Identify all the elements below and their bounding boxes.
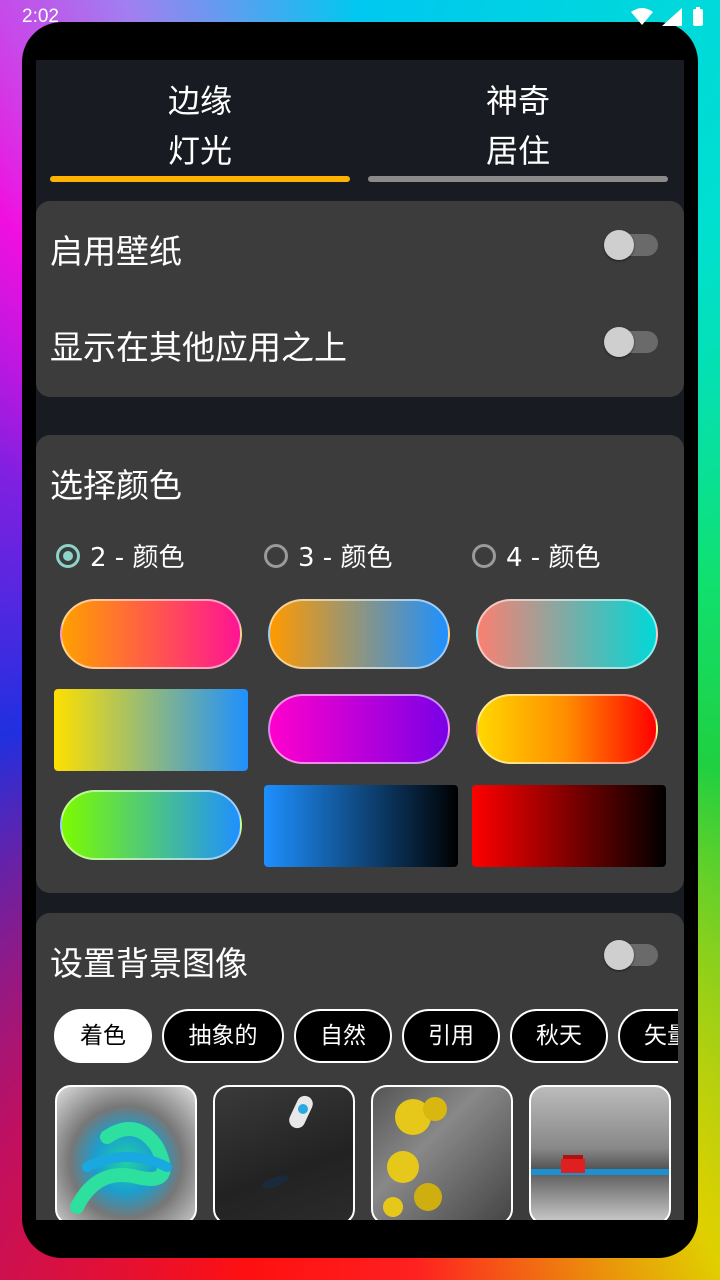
- chip-colorize[interactable]: 着色: [54, 1009, 152, 1063]
- background-image-card: 设置背景图像 着色 抽象的 自然 引用 秋天 矢量: [36, 913, 684, 1220]
- color-swatch-8[interactable]: [264, 785, 458, 867]
- snake-illustration: [70, 1122, 172, 1214]
- category-chips: 着色 抽象的 自然 引用 秋天 矢量: [54, 1009, 678, 1069]
- tab-magic-live[interactable]: 神奇 居住: [368, 76, 668, 182]
- tab-label-line1: 神奇: [485, 82, 550, 120]
- settings-card: 启用壁纸 显示在其他应用之上: [36, 201, 684, 397]
- color-swatch-6[interactable]: [476, 694, 658, 764]
- toggle-knob: [604, 327, 634, 357]
- enable-wallpaper-toggle[interactable]: [604, 230, 658, 260]
- radio-4-colors[interactable]: 4 - 颜色: [472, 537, 600, 574]
- status-icons: [630, 6, 704, 27]
- flowers-coast-image[interactable]: [371, 1085, 513, 1220]
- snake-image[interactable]: [55, 1085, 197, 1220]
- radio-unselected-icon: [264, 543, 288, 568]
- tab-edge-lighting[interactable]: 边缘 灯光: [50, 76, 350, 182]
- display-over-apps-label: 显示在其他应用之上: [50, 328, 347, 367]
- app-content: 边缘 灯光 神奇 居住 启用壁纸 显示在其他应用之上 选择颜色 2 - 颜色 3…: [36, 60, 684, 1220]
- boat-image[interactable]: [213, 1085, 355, 1220]
- radio-selected-icon: [56, 543, 80, 568]
- status-time: 2:02: [22, 6, 59, 27]
- color-swatch-9[interactable]: [472, 785, 666, 867]
- radio-label: 2 - 颜色: [90, 543, 185, 573]
- color-swatch-7[interactable]: [60, 790, 242, 860]
- color-swatch-3[interactable]: [476, 599, 658, 669]
- wifi-icon: [630, 8, 653, 25]
- radio-unselected-icon: [472, 543, 496, 568]
- color-swatch-1[interactable]: [60, 599, 242, 669]
- radio-2-colors[interactable]: 2 - 颜色: [56, 537, 184, 574]
- status-bar: 2:02: [0, 0, 720, 36]
- boat-illustration: [261, 1095, 313, 1189]
- color-swatch-4[interactable]: [54, 689, 248, 771]
- display-over-apps-toggle[interactable]: [604, 327, 658, 357]
- chip-abstract[interactable]: 抽象的: [162, 1009, 284, 1063]
- flowers-illustration: [383, 1097, 447, 1217]
- toggle-knob: [604, 230, 634, 260]
- radio-3-colors[interactable]: 3 - 颜色: [264, 537, 392, 574]
- beach-hut-image[interactable]: [529, 1085, 671, 1220]
- color-swatch-2[interactable]: [268, 599, 450, 669]
- background-section-title: 设置背景图像: [50, 944, 248, 983]
- tab-label-line2: 灯光: [167, 132, 232, 170]
- color-swatch-5[interactable]: [268, 694, 450, 764]
- radio-label: 3 - 颜色: [298, 543, 393, 573]
- color-section-title: 选择颜色: [50, 466, 182, 505]
- tab-indicator-active: [50, 176, 350, 182]
- tab-indicator-inactive: [368, 176, 668, 182]
- tab-bar: 边缘 灯光 神奇 居住: [36, 60, 684, 185]
- tab-label-line1: 边缘: [167, 82, 232, 120]
- toggle-knob: [604, 940, 634, 970]
- battery-icon: [693, 7, 703, 26]
- chip-autumn[interactable]: 秋天: [510, 1009, 608, 1063]
- beach-hut-illustration: [531, 1155, 669, 1175]
- enable-wallpaper-label: 启用壁纸: [50, 232, 182, 271]
- signal-icon: [662, 8, 683, 26]
- radio-label: 4 - 颜色: [506, 543, 601, 573]
- tab-label-line2: 居住: [485, 132, 550, 170]
- chip-quotes[interactable]: 引用: [402, 1009, 500, 1063]
- chip-vector[interactable]: 矢量: [618, 1009, 678, 1063]
- color-card: 选择颜色 2 - 颜色 3 - 颜色 4 - 颜色: [36, 435, 684, 893]
- chip-nature[interactable]: 自然: [294, 1009, 392, 1063]
- background-image-toggle[interactable]: [604, 940, 658, 970]
